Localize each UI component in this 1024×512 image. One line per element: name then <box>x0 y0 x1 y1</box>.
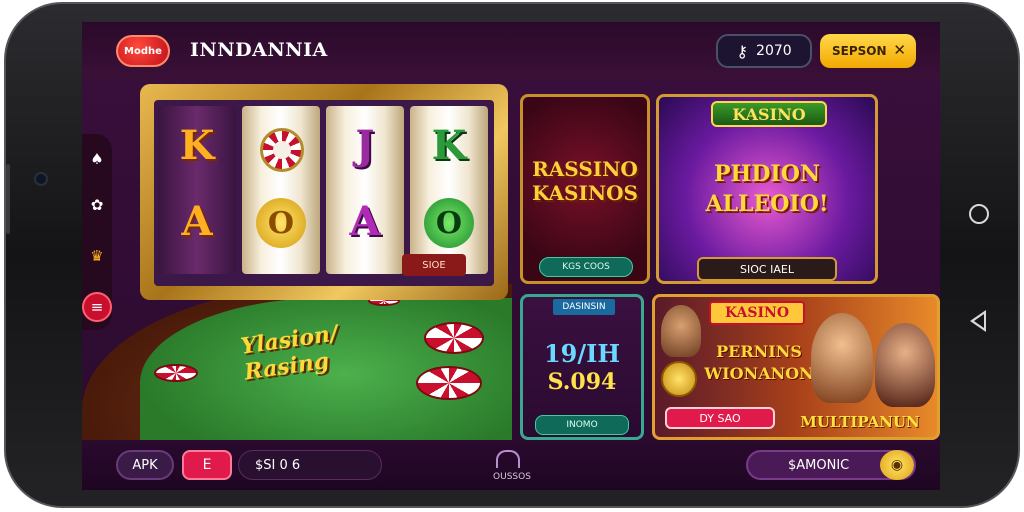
game-card-jackpot[interactable]: DASINSIN 19/IH S.094 INOMO <box>520 294 644 440</box>
reel-2: O <box>242 106 320 274</box>
card-value-top: 19/IH <box>543 339 621 368</box>
balance-value: 2070 <box>756 43 792 59</box>
card-title: RASSINO KASINOS <box>531 157 639 205</box>
slot-machine[interactable]: K A O J A K O SIOE <box>140 84 508 300</box>
card-tag: KASINO <box>709 301 805 325</box>
home-button-icon[interactable] <box>969 204 989 224</box>
card-button[interactable]: KGS COOS <box>539 257 633 277</box>
back-button-icon[interactable] <box>970 310 986 332</box>
crown-icon[interactable]: ♛ <box>82 241 112 271</box>
deposit-button-label: $AMONIC <box>788 457 850 473</box>
coin-icon[interactable]: ◉ <box>880 450 914 480</box>
reel-1: K A <box>158 106 236 274</box>
player-avatar <box>875 323 935 407</box>
card-button[interactable]: INOMO <box>535 415 629 435</box>
menu-icon[interactable]: ≡ <box>82 292 112 322</box>
reel-symbol: K <box>179 122 215 169</box>
home-tab-label[interactable]: OUSSOS <box>482 472 542 482</box>
top-bar: Modhe INNDANNIA ⚷ 2070 SEPSON ✕ <box>82 22 940 80</box>
reel-3: J A <box>326 106 404 274</box>
app-logo[interactable]: Modhe <box>116 35 170 67</box>
poker-chip <box>416 366 482 400</box>
player-avatar <box>811 313 873 403</box>
card-value-bottom: S.094 <box>547 369 617 395</box>
card-tag: KASINO <box>711 101 827 127</box>
card-button[interactable]: SIOC IAEL <box>697 257 837 281</box>
close-icon[interactable]: ✕ <box>893 41 906 59</box>
app-screen: Modhe INNDANNIA ⚷ 2070 SEPSON ✕ Ylasion/… <box>82 22 940 490</box>
reel-symbol: A <box>349 198 381 245</box>
gift-icon[interactable]: ✿ <box>82 190 112 220</box>
game-card-rassino[interactable]: RASSINO KASINOS KGS COOS <box>520 94 650 284</box>
spade-icon[interactable]: ♠ <box>82 144 112 174</box>
card-tag: DASINSIN <box>553 299 615 315</box>
balance-field[interactable]: $SI 0 6 <box>238 450 382 480</box>
card-banner-text: MULTIPANUN <box>800 413 920 431</box>
card-button[interactable]: DY SAO <box>665 407 775 429</box>
reel-symbol: J <box>355 122 375 169</box>
reel-4: K O <box>410 106 488 274</box>
poker-chip <box>154 364 198 382</box>
app-title: INNDANNIA <box>190 39 328 61</box>
key-icon: ⚷ <box>736 41 749 61</box>
apk-button[interactable]: APK <box>116 450 174 480</box>
reel-symbol: A <box>181 198 213 245</box>
reel-symbol: O <box>424 198 474 248</box>
menu-button[interactable]: E <box>182 450 232 480</box>
card-title: PHDION ALLEOIO! <box>705 161 829 217</box>
reel-symbol: O <box>256 198 306 248</box>
season-button[interactable]: SEPSON ✕ <box>820 34 916 68</box>
home-tab-icon[interactable] <box>496 450 520 468</box>
casino-chip-icon <box>260 128 304 172</box>
game-card-multiplayer[interactable]: KASINO PERNINS WIONANON DY SAO MULTIPANU… <box>652 294 940 440</box>
side-button <box>6 164 10 234</box>
deposit-button[interactable]: $AMONIC ◉ <box>746 450 916 480</box>
balance-display[interactable]: ⚷ 2070 <box>716 34 812 68</box>
game-card-kasino[interactable]: KASINO PHDION ALLEOIO! SIOC IAEL <box>656 94 878 284</box>
reel-symbol: K <box>431 122 467 169</box>
slot-badge[interactable]: SIOE <box>402 254 466 276</box>
front-camera <box>34 172 48 186</box>
card-title: PERNINS WIONANON <box>704 342 814 383</box>
poker-chip <box>424 322 484 354</box>
gold-coin-icon <box>661 361 697 397</box>
season-button-label: SEPSON <box>832 44 887 58</box>
player-avatar <box>661 305 701 357</box>
bottom-bar: APK E $SI 0 6 OUSSOS $AMONIC ◉ <box>82 440 940 490</box>
